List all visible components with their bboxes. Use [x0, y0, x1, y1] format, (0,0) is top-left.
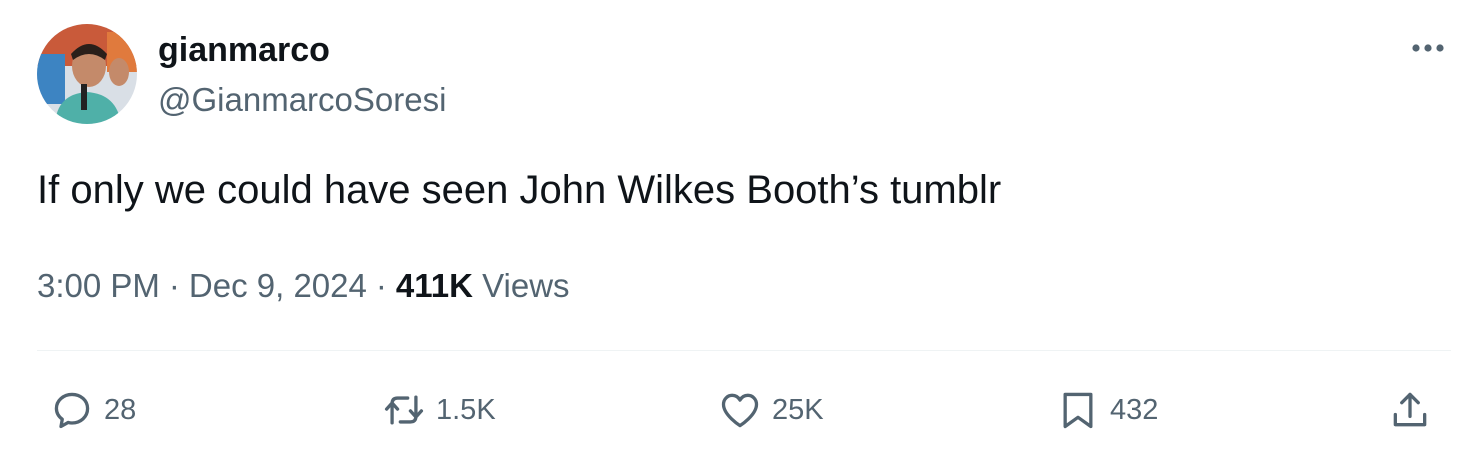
bookmark-icon [1063, 392, 1093, 429]
more-options-button[interactable] [1408, 36, 1448, 60]
like-count: 25K [772, 394, 824, 426]
bookmark-button[interactable]: 432 [1056, 388, 1158, 432]
user-handle[interactable]: @GianmarcoSoresi [158, 80, 446, 120]
views-label: Views [482, 267, 570, 304]
tweet-time[interactable]: 3:00 PM [37, 267, 160, 304]
share-button[interactable] [1388, 388, 1432, 432]
bookmark-count: 432 [1110, 394, 1159, 426]
divider [37, 350, 1451, 351]
more-horizontal-icon [1412, 44, 1444, 52]
reply-count: 28 [104, 394, 137, 426]
tweet-text: If only we could have seen John Wilkes B… [37, 168, 1002, 212]
repost-button[interactable]: 1.5K [382, 388, 496, 432]
repost-icon [384, 395, 424, 425]
tweet-card: gianmarco @GianmarcoSoresi If only we co… [0, 0, 1484, 460]
reply-button[interactable]: 28 [50, 388, 136, 432]
repost-count: 1.5K [436, 394, 496, 426]
meta-separator: · [168, 267, 180, 304]
reply-icon [54, 392, 90, 429]
tweet-date[interactable]: Dec 9, 2024 [189, 267, 367, 304]
views-count[interactable]: 411K [396, 267, 473, 304]
display-name[interactable]: gianmarco [158, 30, 330, 70]
heart-icon [721, 393, 759, 428]
meta-separator: · [375, 267, 387, 304]
share-icon [1393, 392, 1427, 427]
avatar-photo-icon [37, 24, 137, 124]
avatar[interactable] [37, 24, 137, 124]
like-button[interactable]: 25K [718, 388, 824, 432]
tweet-meta: 3:00 PM · Dec 9, 2024 · 411K Views [37, 264, 570, 308]
